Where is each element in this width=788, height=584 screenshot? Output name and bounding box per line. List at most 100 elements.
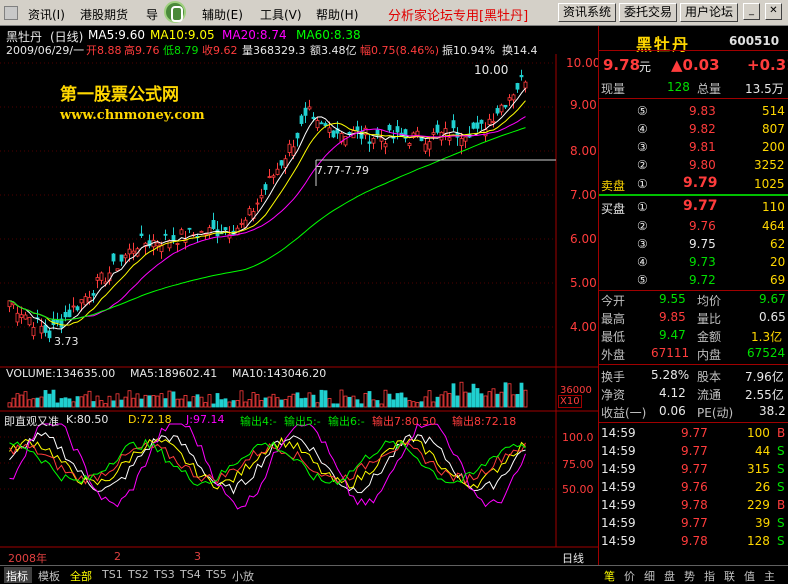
moving-average-line xyxy=(9,100,526,326)
candle xyxy=(319,122,324,125)
trade-button[interactable]: 委托交易 xyxy=(619,3,677,22)
candle xyxy=(407,143,412,147)
candle xyxy=(303,107,308,116)
menu-assist[interactable]: 辅助(E) xyxy=(202,6,243,23)
menu-guide[interactable]: 导 xyxy=(146,6,158,23)
volume-ma10: MA10:143046.20 xyxy=(232,367,327,380)
fund-value: 38.2 xyxy=(759,404,786,418)
tab-value[interactable]: 值 xyxy=(744,568,755,584)
candle xyxy=(451,120,456,129)
tick-time: 14:59 xyxy=(601,498,636,512)
volume-bar xyxy=(511,394,516,408)
tick-volume: 44 xyxy=(755,444,771,458)
tab-ts4[interactable]: TS4 xyxy=(180,568,201,581)
candle xyxy=(327,127,332,133)
period-label[interactable]: 日线 xyxy=(562,550,584,566)
volume-bar xyxy=(123,396,128,408)
menu-help[interactable]: 帮助(H) xyxy=(316,6,358,23)
tab-zoom[interactable]: 小放 xyxy=(232,568,254,584)
forum-button[interactable]: 用户论坛 xyxy=(680,3,738,22)
volume-bar xyxy=(431,401,436,408)
volume-bar xyxy=(351,395,356,408)
divider xyxy=(599,50,788,51)
volume-bar xyxy=(243,401,248,408)
indicator-output5: 输出5:- xyxy=(284,415,321,428)
candle xyxy=(523,81,528,89)
annot-low: 3.73 xyxy=(54,335,79,348)
fund-label: PE(动) xyxy=(697,406,734,420)
volume-bar xyxy=(371,399,376,408)
stat-label: 外盘 xyxy=(601,348,626,362)
candle xyxy=(111,253,116,262)
chart-canvas[interactable] xyxy=(0,26,598,565)
volume-bar xyxy=(283,399,288,408)
volume-scale-label: X10 xyxy=(558,395,582,408)
chart-area[interactable]: 黑牡丹 (日线) MA5:9.60 MA10:9.05 MA20:8.74 MA… xyxy=(0,26,600,566)
tab-tick[interactable]: 笔 xyxy=(604,568,615,584)
tab-index[interactable]: 指 xyxy=(704,568,715,584)
volume-bar xyxy=(247,399,252,408)
volume-bar xyxy=(79,396,84,408)
moving-average-line xyxy=(9,116,526,321)
candle xyxy=(355,126,360,131)
quote-high: 高9.76 xyxy=(124,44,160,57)
candle xyxy=(495,108,500,114)
watermark-title: 第一股票公式网 xyxy=(60,85,179,105)
ask-volume: 514 xyxy=(762,104,785,118)
candle xyxy=(387,124,392,131)
ma10-label: MA10:9.05 xyxy=(150,28,215,42)
stat-label: 金额 xyxy=(697,330,722,344)
candle xyxy=(447,137,452,141)
tab-indicator[interactable]: 指标 xyxy=(6,568,28,584)
volume-bar xyxy=(487,391,492,408)
volume-bar xyxy=(107,395,112,408)
menu-hk-futures[interactable]: 港股期货 xyxy=(80,6,128,23)
candle xyxy=(55,319,60,323)
tab-ts1[interactable]: TS1 xyxy=(102,568,123,581)
candle xyxy=(435,124,440,133)
info-system-button[interactable]: 资讯系统 xyxy=(558,3,616,22)
tick-side: S xyxy=(777,516,785,530)
volume-bar xyxy=(519,382,524,408)
candle xyxy=(299,115,304,124)
tab-ts3[interactable]: TS3 xyxy=(154,568,175,581)
tick-time: 14:59 xyxy=(601,462,636,476)
tab-all[interactable]: 全部 xyxy=(70,568,92,584)
tab-ts5[interactable]: TS5 xyxy=(206,568,227,581)
candle xyxy=(415,130,420,136)
volume-bar xyxy=(155,395,160,408)
tab-trend[interactable]: 势 xyxy=(684,568,695,584)
menu-info[interactable]: 资讯(I) xyxy=(28,6,65,23)
fund-value: 7.96亿 xyxy=(745,370,784,384)
candle xyxy=(463,136,468,142)
kdj-axis-label: 75.00 xyxy=(562,458,594,471)
tab-book[interactable]: 盘 xyxy=(664,568,675,584)
tab-detail[interactable]: 细 xyxy=(644,568,655,584)
volume-bar xyxy=(235,400,240,408)
candle xyxy=(475,122,480,129)
tab-link[interactable]: 联 xyxy=(724,568,735,584)
volume-bar xyxy=(339,389,344,408)
close-icon[interactable]: ✕ xyxy=(765,3,782,20)
tab-ts2[interactable]: TS2 xyxy=(128,568,149,581)
stat-label: 均价 xyxy=(697,294,722,308)
volume-bar xyxy=(43,390,48,408)
menu-tools[interactable]: 工具(V) xyxy=(260,6,302,23)
ma60-label: MA60:8.38 xyxy=(296,28,361,42)
bid-level: ⑤ xyxy=(637,273,648,287)
ask-price: 9.81 xyxy=(689,140,716,154)
stat-label: 最低 xyxy=(601,330,626,344)
tab-main[interactable]: 主 xyxy=(764,568,775,584)
volume-bar xyxy=(147,395,152,408)
candle xyxy=(7,300,12,308)
minimize-icon[interactable]: _ xyxy=(743,3,760,20)
volume-bar xyxy=(139,398,144,408)
volume-bar xyxy=(19,394,24,408)
quote-change: 幅0.75(8.46%) xyxy=(360,44,440,57)
volume-bar xyxy=(63,397,68,408)
forum-label[interactable]: 分析家论坛专用[黑牡丹] xyxy=(388,5,528,24)
tab-template[interactable]: 模板 xyxy=(38,568,60,584)
divider xyxy=(599,290,788,291)
tab-price[interactable]: 价 xyxy=(624,568,635,584)
fund-value: 5.28% xyxy=(651,368,690,382)
